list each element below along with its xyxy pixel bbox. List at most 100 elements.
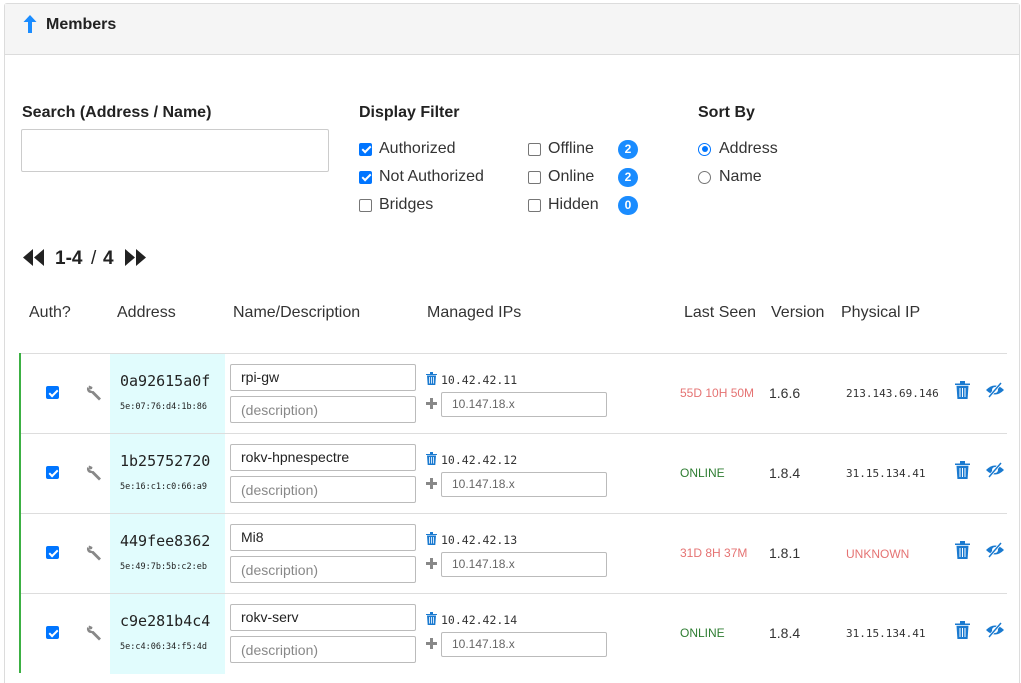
hidden-count-badge: 0	[618, 196, 638, 215]
member-address: 449fee8362	[120, 532, 211, 550]
member-address: 0a92615a0f	[120, 372, 211, 390]
managed-ip: 10.42.42.12	[441, 453, 518, 467]
col-header-version: Version	[771, 304, 825, 321]
physical-ip: UNKNOWN	[846, 547, 910, 561]
version: 1.8.4	[769, 625, 801, 641]
plus-icon[interactable]	[426, 638, 437, 649]
description-input[interactable]: (description)	[230, 396, 416, 423]
filter-authorized[interactable]: Authorized	[359, 140, 456, 158]
col-header-address[interactable]: Address	[117, 304, 176, 322]
filter-not-authorized[interactable]: Not Authorized	[359, 168, 484, 186]
double-chevron-right-icon[interactable]	[125, 249, 146, 266]
delete-member-icon[interactable]	[955, 461, 970, 479]
sort-address[interactable]: Address	[698, 140, 778, 158]
col-header-managed-ips: Managed IPs	[427, 304, 522, 321]
arrow-up-icon[interactable]	[23, 15, 37, 33]
plus-icon[interactable]	[426, 558, 437, 569]
ip-input[interactable]: 10.147.18.x	[441, 392, 607, 417]
table-row: 1b25752720 5e:16:c1:c0:66:a9 rokv-hpnesp…	[21, 433, 1007, 514]
plus-icon[interactable]	[426, 478, 437, 489]
delete-member-icon[interactable]	[955, 541, 970, 559]
hide-member-icon[interactable]	[985, 541, 1005, 559]
address-cell: 449fee8362 5e:49:7b:5b:c2:eb	[110, 514, 225, 594]
description-input[interactable]: (description)	[230, 636, 416, 663]
table-row: c9e281b4c4 5e:c4:06:34:f5:4d rokv-serv (…	[21, 593, 1007, 674]
ip-input[interactable]: 10.147.18.x	[441, 632, 607, 657]
filter-online-checkbox[interactable]	[528, 170, 541, 184]
member-mac: 5e:16:c1:c0:66:a9	[120, 482, 207, 492]
address-cell: 0a92615a0f 5e:07:76:d4:1b:86	[110, 354, 225, 434]
physical-ip: 31.15.134.41	[846, 467, 926, 480]
display-filter-label: Display Filter	[359, 104, 460, 121]
sort-address-radio[interactable]	[698, 142, 711, 156]
filter-authorized-checkbox[interactable]	[359, 142, 372, 156]
filter-not-authorized-label: Not Authorized	[379, 168, 484, 185]
auth-checkbox[interactable]	[46, 386, 59, 399]
col-header-physical-ip: Physical IP	[841, 304, 921, 321]
name-input[interactable]: rokv-hpnespectre	[230, 444, 416, 471]
col-header-name[interactable]: Name/Description	[233, 304, 360, 322]
ip-input[interactable]: 10.147.18.x	[441, 552, 607, 577]
filter-offline[interactable]: Offline	[528, 140, 594, 158]
name-input[interactable]: Mi8	[230, 524, 416, 551]
last-seen: ONLINE	[680, 466, 725, 480]
sort-name-radio[interactable]	[698, 170, 711, 184]
filter-offline-checkbox[interactable]	[528, 142, 541, 156]
member-mac: 5e:49:7b:5b:c2:eb	[120, 562, 207, 572]
trash-icon[interactable]	[426, 372, 437, 385]
trash-icon[interactable]	[426, 452, 437, 465]
online-count-badge: 2	[618, 168, 638, 187]
filter-not-authorized-checkbox[interactable]	[359, 170, 372, 184]
delete-member-icon[interactable]	[955, 621, 970, 639]
hide-member-icon[interactable]	[985, 621, 1005, 639]
filter-bridges-checkbox[interactable]	[359, 198, 372, 212]
double-chevron-left-icon[interactable]	[23, 249, 44, 266]
pager-range: 1-4	[55, 248, 83, 269]
wrench-icon[interactable]	[86, 384, 104, 402]
description-input[interactable]: (description)	[230, 476, 416, 503]
member-mac: 5e:07:76:d4:1b:86	[120, 402, 207, 412]
last-seen: 31D 8H 37M	[680, 546, 748, 560]
sort-name[interactable]: Name	[698, 168, 762, 186]
pager-total: 4	[103, 248, 114, 269]
filter-online[interactable]: Online	[528, 168, 594, 186]
ip-input[interactable]: 10.147.18.x	[441, 472, 607, 497]
hide-member-icon[interactable]	[985, 381, 1005, 399]
hide-member-icon[interactable]	[985, 461, 1005, 479]
auth-checkbox[interactable]	[46, 546, 59, 559]
wrench-icon[interactable]	[86, 544, 104, 562]
plus-icon[interactable]	[426, 398, 437, 409]
panel-header[interactable]: Members	[5, 4, 1019, 55]
auth-checkbox[interactable]	[46, 466, 59, 479]
description-input[interactable]: (description)	[230, 556, 416, 583]
panel-title: Members	[46, 16, 117, 33]
managed-ip: 10.42.42.14	[441, 613, 518, 627]
physical-ip: 31.15.134.41	[846, 627, 926, 640]
address-cell: c9e281b4c4 5e:c4:06:34:f5:4d	[110, 594, 225, 674]
table-row: 449fee8362 5e:49:7b:5b:c2:eb Mi8 (descri…	[21, 513, 1007, 594]
filter-bridges-label: Bridges	[379, 196, 434, 213]
name-input[interactable]: rpi-gw	[230, 364, 416, 391]
filter-hidden-checkbox[interactable]	[528, 198, 541, 212]
col-header-last-seen: Last Seen	[684, 304, 757, 321]
member-address: 1b25752720	[120, 452, 211, 470]
trash-icon[interactable]	[426, 612, 437, 625]
physical-ip: 213.143.69.146	[846, 387, 939, 400]
trash-icon[interactable]	[426, 532, 437, 545]
filter-hidden[interactable]: Hidden	[528, 196, 599, 214]
managed-ip: 10.42.42.13	[441, 533, 518, 547]
table-row: 0a92615a0f 5e:07:76:d4:1b:86 rpi-gw (des…	[21, 353, 1007, 434]
filter-online-label: Online	[548, 168, 595, 185]
search-label: Search (Address / Name)	[22, 104, 212, 121]
wrench-icon[interactable]	[86, 464, 104, 482]
name-input[interactable]: rokv-serv	[230, 604, 416, 631]
col-header-auth: Auth?	[29, 304, 71, 321]
delete-member-icon[interactable]	[955, 381, 970, 399]
wrench-icon[interactable]	[86, 624, 104, 642]
auth-checkbox[interactable]	[46, 626, 59, 639]
pager-separator: /	[91, 248, 97, 269]
filter-authorized-label: Authorized	[379, 140, 456, 157]
search-input[interactable]	[21, 129, 329, 172]
filter-bridges[interactable]: Bridges	[359, 196, 433, 214]
address-cell: 1b25752720 5e:16:c1:c0:66:a9	[110, 434, 225, 514]
